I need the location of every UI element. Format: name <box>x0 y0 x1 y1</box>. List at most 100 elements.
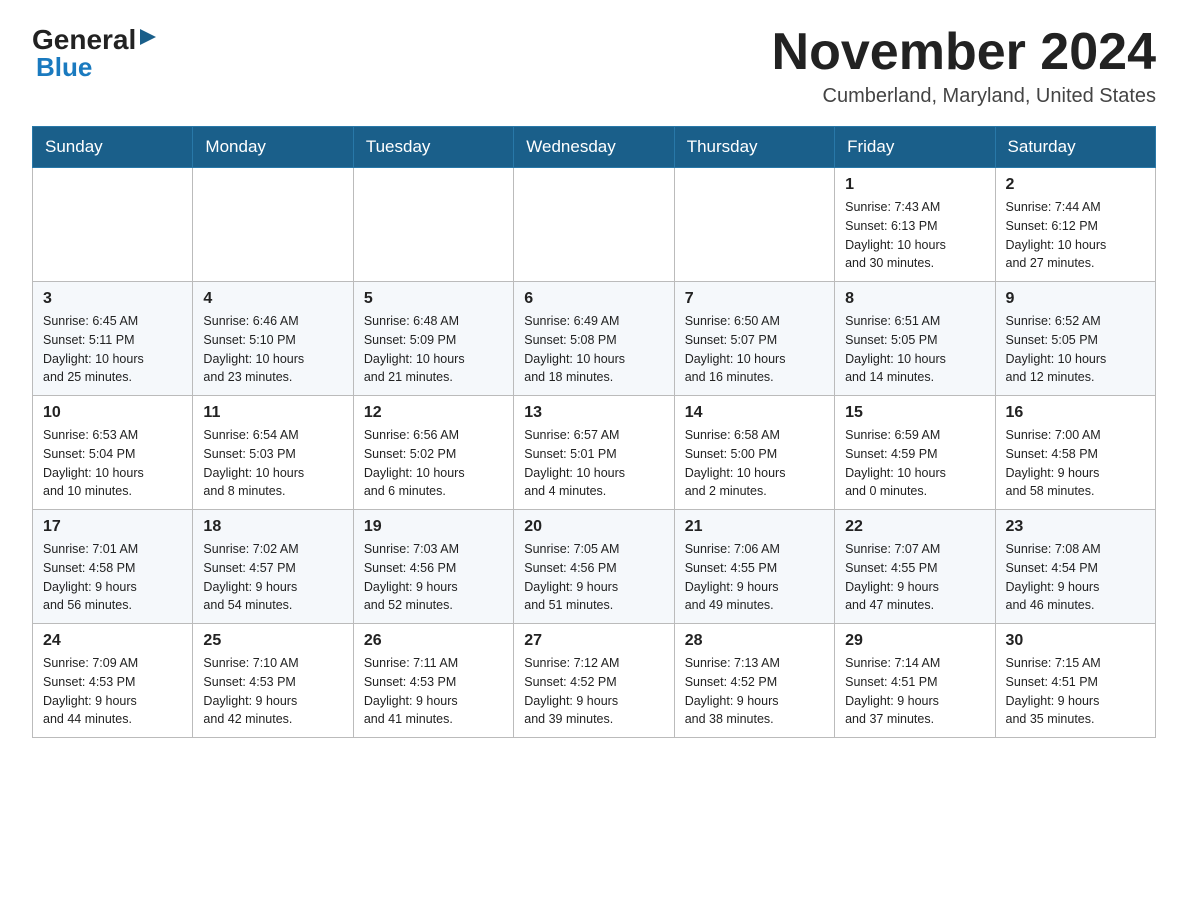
calendar-cell <box>674 168 834 282</box>
day-info: Sunrise: 7:10 AM Sunset: 4:53 PM Dayligh… <box>203 654 342 729</box>
day-number: 1 <box>845 176 984 194</box>
calendar-cell: 4 Sunrise: 6:46 AM Sunset: 5:10 PM Daylig… <box>193 282 353 396</box>
day-number: 28 <box>685 632 824 650</box>
day-info: Sunrise: 6:45 AM Sunset: 5:11 PM Dayligh… <box>43 312 182 387</box>
day-number: 30 <box>1006 632 1145 650</box>
calendar-cell: 26 Sunrise: 7:11 AM Sunset: 4:53 PM Dayli… <box>353 624 513 738</box>
day-number: 26 <box>364 632 503 650</box>
day-number: 16 <box>1006 404 1145 422</box>
calendar-cell: 24 Sunrise: 7:09 AM Sunset: 4:53 PM Dayli… <box>33 624 193 738</box>
calendar-cell: 2Sunrise: 7:44 AM Sunset: 6:12 PM Daylig… <box>995 168 1155 282</box>
page-header: General Blue November 2024 Cumberland, M… <box>32 24 1156 108</box>
day-info: Sunrise: 7:43 AM Sunset: 6:13 PM Dayligh… <box>845 198 984 273</box>
day-info: Sunrise: 6:58 AM Sunset: 5:00 PM Dayligh… <box>685 426 824 501</box>
day-info: Sunrise: 7:14 AM Sunset: 4:51 PM Dayligh… <box>845 654 984 729</box>
day-number: 7 <box>685 290 824 308</box>
day-info: Sunrise: 6:49 AM Sunset: 5:08 PM Dayligh… <box>524 312 663 387</box>
day-info: Sunrise: 7:08 AM Sunset: 4:54 PM Dayligh… <box>1006 540 1145 615</box>
weekday-header-monday: Monday <box>193 127 353 168</box>
weekday-header-saturday: Saturday <box>995 127 1155 168</box>
day-info: Sunrise: 6:48 AM Sunset: 5:09 PM Dayligh… <box>364 312 503 387</box>
calendar-cell: 29 Sunrise: 7:14 AM Sunset: 4:51 PM Dayli… <box>835 624 995 738</box>
day-info: Sunrise: 7:05 AM Sunset: 4:56 PM Dayligh… <box>524 540 663 615</box>
day-info: Sunrise: 7:12 AM Sunset: 4:52 PM Dayligh… <box>524 654 663 729</box>
day-number: 13 <box>524 404 663 422</box>
day-info: Sunrise: 6:46 AM Sunset: 5:10 PM Dayligh… <box>203 312 342 387</box>
calendar-cell: 22 Sunrise: 7:07 AM Sunset: 4:55 PM Dayli… <box>835 510 995 624</box>
logo-blue-text: Blue <box>36 52 92 82</box>
calendar-cell: 6Sunrise: 6:49 AM Sunset: 5:08 PM Daylig… <box>514 282 674 396</box>
day-info: Sunrise: 7:15 AM Sunset: 4:51 PM Dayligh… <box>1006 654 1145 729</box>
day-number: 10 <box>43 404 182 422</box>
day-info: Sunrise: 7:11 AM Sunset: 4:53 PM Dayligh… <box>364 654 503 729</box>
day-info: Sunrise: 7:01 AM Sunset: 4:58 PM Dayligh… <box>43 540 182 615</box>
calendar-week-row: 17 Sunrise: 7:01 AM Sunset: 4:58 PM Dayli… <box>33 510 1156 624</box>
day-number: 2 <box>1006 176 1145 194</box>
day-info: Sunrise: 6:52 AM Sunset: 5:05 PM Dayligh… <box>1006 312 1145 387</box>
calendar-week-row: 24 Sunrise: 7:09 AM Sunset: 4:53 PM Dayli… <box>33 624 1156 738</box>
day-info: Sunrise: 6:59 AM Sunset: 4:59 PM Dayligh… <box>845 426 984 501</box>
day-info: Sunrise: 6:56 AM Sunset: 5:02 PM Dayligh… <box>364 426 503 501</box>
day-number: 17 <box>43 518 182 536</box>
calendar-cell: 12Sunrise: 6:56 AM Sunset: 5:02 PM Dayli… <box>353 396 513 510</box>
day-info: Sunrise: 7:00 AM Sunset: 4:58 PM Dayligh… <box>1006 426 1145 501</box>
day-info: Sunrise: 6:50 AM Sunset: 5:07 PM Dayligh… <box>685 312 824 387</box>
calendar-cell: 23 Sunrise: 7:08 AM Sunset: 4:54 PM Dayli… <box>995 510 1155 624</box>
day-number: 14 <box>685 404 824 422</box>
weekday-header-friday: Friday <box>835 127 995 168</box>
day-number: 4 <box>203 290 342 308</box>
day-info: Sunrise: 7:09 AM Sunset: 4:53 PM Dayligh… <box>43 654 182 729</box>
day-number: 9 <box>1006 290 1145 308</box>
location-subtitle: Cumberland, Maryland, United States <box>772 85 1156 108</box>
day-number: 27 <box>524 632 663 650</box>
calendar-cell: 27 Sunrise: 7:12 AM Sunset: 4:52 PM Dayli… <box>514 624 674 738</box>
calendar-cell: 11Sunrise: 6:54 AM Sunset: 5:03 PM Dayli… <box>193 396 353 510</box>
day-number: 3 <box>43 290 182 308</box>
day-number: 20 <box>524 518 663 536</box>
weekday-header-thursday: Thursday <box>674 127 834 168</box>
day-number: 23 <box>1006 518 1145 536</box>
calendar-cell: 30 Sunrise: 7:15 AM Sunset: 4:51 PM Dayli… <box>995 624 1155 738</box>
calendar-cell: 13 Sunrise: 6:57 AM Sunset: 5:01 PM Dayli… <box>514 396 674 510</box>
month-title: November 2024 <box>772 24 1156 81</box>
day-info: Sunrise: 6:53 AM Sunset: 5:04 PM Dayligh… <box>43 426 182 501</box>
day-info: Sunrise: 7:06 AM Sunset: 4:55 PM Dayligh… <box>685 540 824 615</box>
calendar-cell: 7 Sunrise: 6:50 AM Sunset: 5:07 PM Daylig… <box>674 282 834 396</box>
calendar-cell <box>33 168 193 282</box>
calendar-week-row: 3 Sunrise: 6:45 AM Sunset: 5:11 PM Daylig… <box>33 282 1156 396</box>
calendar-cell: 28 Sunrise: 7:13 AM Sunset: 4:52 PM Dayli… <box>674 624 834 738</box>
day-info: Sunrise: 7:02 AM Sunset: 4:57 PM Dayligh… <box>203 540 342 615</box>
day-number: 22 <box>845 518 984 536</box>
calendar-week-row: 10 Sunrise: 6:53 AM Sunset: 5:04 PM Dayli… <box>33 396 1156 510</box>
calendar-cell: 8 Sunrise: 6:51 AM Sunset: 5:05 PM Daylig… <box>835 282 995 396</box>
calendar-cell: 5 Sunrise: 6:48 AM Sunset: 5:09 PM Daylig… <box>353 282 513 396</box>
day-number: 25 <box>203 632 342 650</box>
day-info: Sunrise: 6:57 AM Sunset: 5:01 PM Dayligh… <box>524 426 663 501</box>
calendar-cell <box>514 168 674 282</box>
calendar-cell: 16 Sunrise: 7:00 AM Sunset: 4:58 PM Dayli… <box>995 396 1155 510</box>
day-info: Sunrise: 6:54 AM Sunset: 5:03 PM Dayligh… <box>203 426 342 501</box>
logo: General Blue <box>32 24 160 83</box>
calendar-cell: 3 Sunrise: 6:45 AM Sunset: 5:11 PM Daylig… <box>33 282 193 396</box>
day-info: Sunrise: 6:51 AM Sunset: 5:05 PM Dayligh… <box>845 312 984 387</box>
calendar-cell <box>353 168 513 282</box>
weekday-header-wednesday: Wednesday <box>514 127 674 168</box>
calendar-table: SundayMondayTuesdayWednesdayThursdayFrid… <box>32 126 1156 738</box>
weekday-header-sunday: Sunday <box>33 127 193 168</box>
day-number: 24 <box>43 632 182 650</box>
calendar-week-row: 1 Sunrise: 7:43 AM Sunset: 6:13 PM Daylig… <box>33 168 1156 282</box>
day-number: 29 <box>845 632 984 650</box>
weekday-header-tuesday: Tuesday <box>353 127 513 168</box>
day-info: Sunrise: 7:07 AM Sunset: 4:55 PM Dayligh… <box>845 540 984 615</box>
day-number: 8 <box>845 290 984 308</box>
day-info: Sunrise: 7:13 AM Sunset: 4:52 PM Dayligh… <box>685 654 824 729</box>
calendar-cell: 19Sunrise: 7:03 AM Sunset: 4:56 PM Dayli… <box>353 510 513 624</box>
calendar-cell: 17 Sunrise: 7:01 AM Sunset: 4:58 PM Dayli… <box>33 510 193 624</box>
day-number: 15 <box>845 404 984 422</box>
day-number: 21 <box>685 518 824 536</box>
day-number: 5 <box>364 290 503 308</box>
weekday-header-row: SundayMondayTuesdayWednesdayThursdayFrid… <box>33 127 1156 168</box>
title-area: November 2024 Cumberland, Maryland, Unit… <box>772 24 1156 108</box>
calendar-cell: 15 Sunrise: 6:59 AM Sunset: 4:59 PM Dayli… <box>835 396 995 510</box>
calendar-cell: 18Sunrise: 7:02 AM Sunset: 4:57 PM Dayli… <box>193 510 353 624</box>
